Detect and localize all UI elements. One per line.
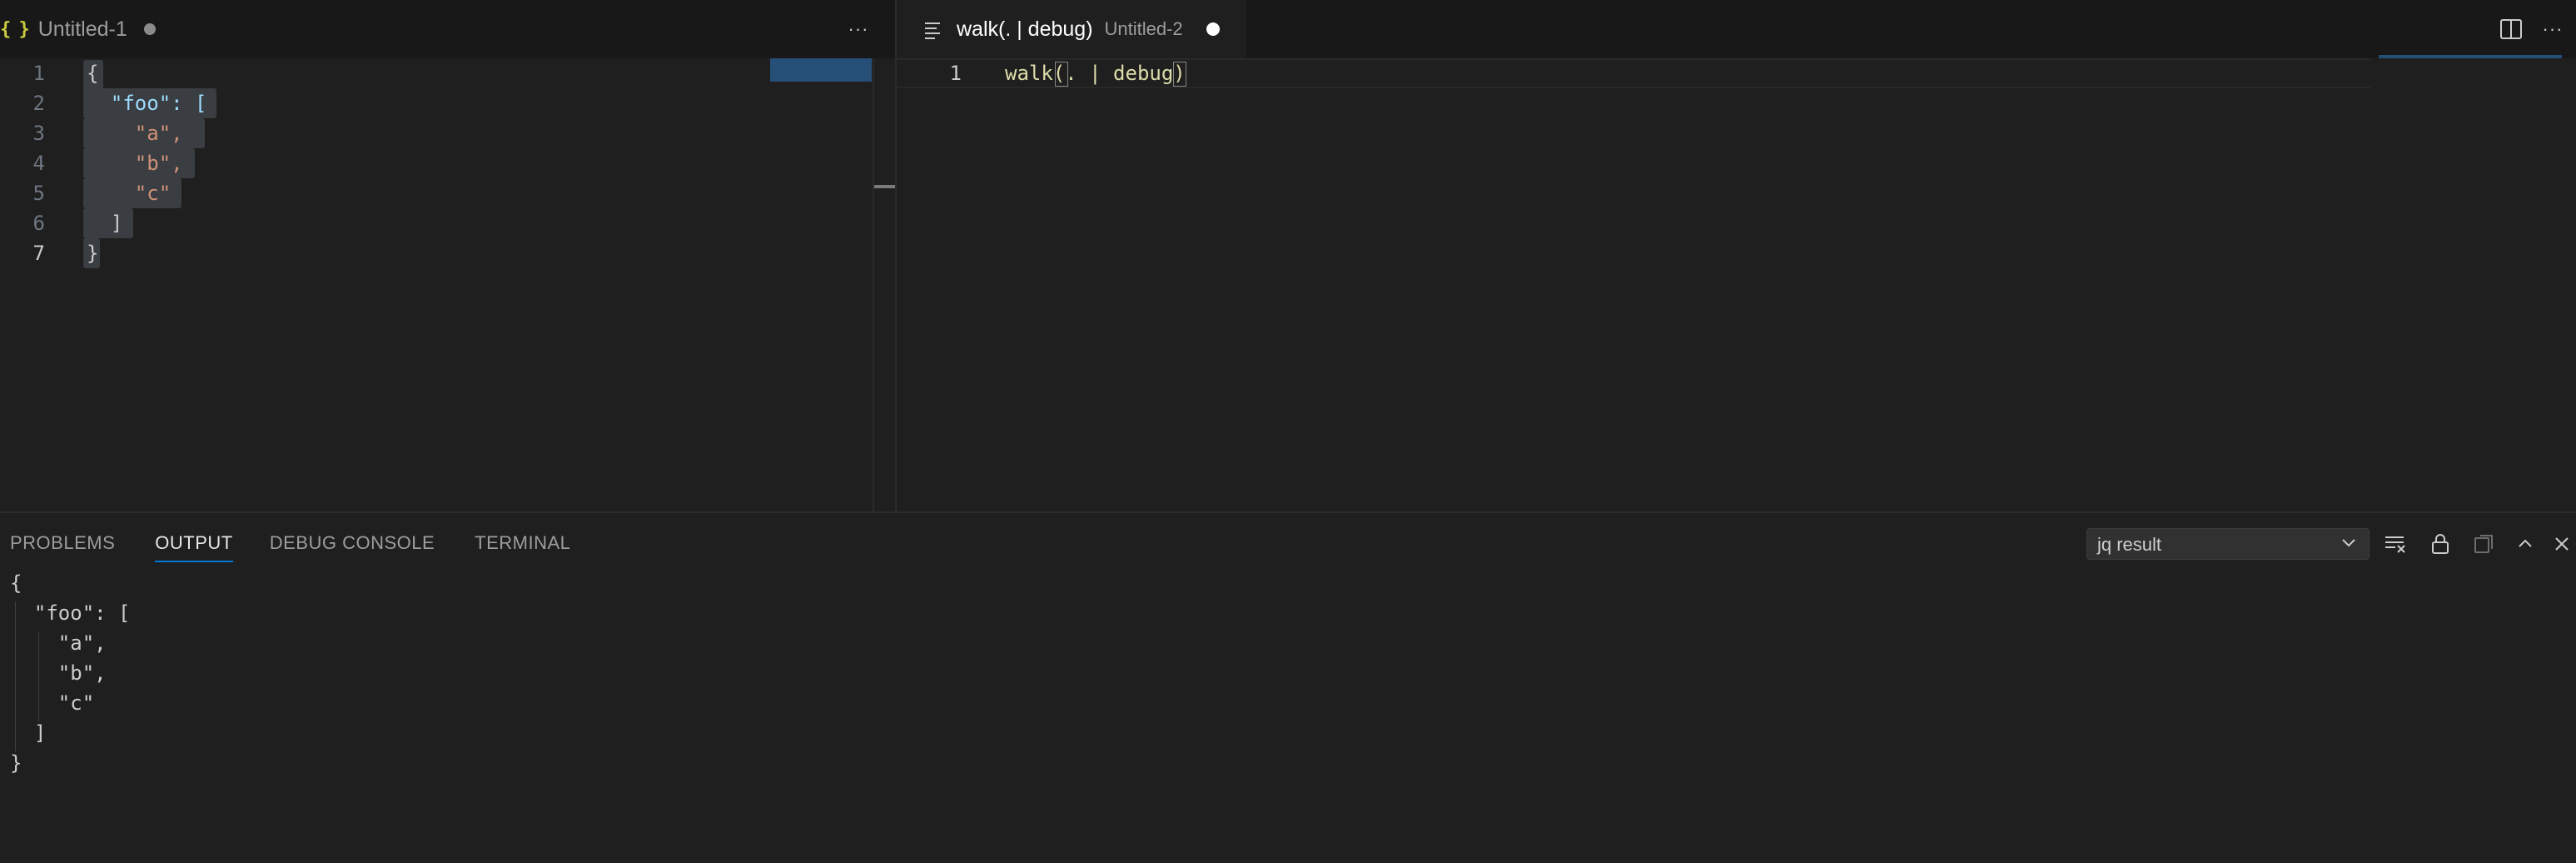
tab-problems[interactable]: PROBLEMS (10, 524, 115, 562)
line-number: 5 (32, 182, 45, 205)
more-actions-icon[interactable]: ··· (843, 13, 874, 45)
open-in-editor-icon[interactable] (2469, 530, 2498, 558)
output-channel-select[interactable]: jq result (2086, 528, 2370, 560)
minimap-slider[interactable] (770, 58, 872, 82)
unsaved-dot-icon[interactable] (143, 23, 156, 35)
bracket-match-highlight (1173, 62, 1186, 87)
code-line: "a", (87, 122, 183, 145)
tab-output[interactable]: OUTPUT (155, 524, 234, 562)
output-line: } (10, 751, 22, 775)
panel-tabs: PROBLEMS OUTPUT DEBUG CONSOLE TERMINAL (0, 513, 599, 573)
split-editor-icon[interactable] (2495, 13, 2527, 45)
minimap-slider[interactable] (2379, 55, 2562, 58)
tab-bar-right: walk(. | debug) Untitled-2 ··· (897, 0, 2576, 58)
more-actions-icon[interactable]: ··· (2537, 13, 2569, 45)
maximize-panel-icon[interactable] (2511, 530, 2539, 558)
code-line: } (87, 242, 99, 265)
code-editor-left[interactable]: 1 2 3 4 5 6 7 { "foo": [ "a", "b", "c" ]… (0, 58, 896, 511)
lock-icon[interactable] (2426, 530, 2454, 558)
output-line: "b", (10, 661, 107, 685)
text-lines-icon (925, 21, 943, 39)
output-line: "c" (10, 691, 95, 715)
chevron-down-icon (2340, 534, 2357, 556)
line-number: 6 (32, 212, 45, 235)
editor-area: { } Untitled-1 ··· 1 2 3 4 5 6 7 { "foo"… (0, 0, 2576, 511)
bracket-match-highlight (1055, 62, 1068, 87)
tab-description: Untitled-2 (1104, 18, 1183, 39)
bottom-panel: PROBLEMS OUTPUT DEBUG CONSOLE TERMINAL j… (0, 511, 2576, 863)
close-panel-icon[interactable] (2548, 530, 2576, 558)
line-number: 4 (32, 152, 45, 175)
clear-output-icon[interactable] (2381, 530, 2409, 558)
tab-untitled-1[interactable]: { } Untitled-1 (0, 0, 173, 58)
code-line: "b", (87, 152, 183, 175)
line-number: 2 (32, 92, 45, 115)
output-line: "a", (10, 631, 107, 655)
line-number: 1 (32, 62, 45, 85)
tab-terminal[interactable]: TERMINAL (475, 524, 570, 562)
tab-title: Untitled-1 (37, 17, 127, 41)
tab-walk-debug[interactable]: walk(. | debug) Untitled-2 (897, 0, 1246, 58)
tab-title: walk(. | debug) (957, 17, 1093, 41)
code-editor-right[interactable]: 1 walk(. | debug) (897, 55, 2576, 511)
editor-group-left: { } Untitled-1 ··· 1 2 3 4 5 6 7 { "foo"… (0, 0, 896, 511)
code-line: walk(. | debug) (1005, 62, 1186, 85)
json-braces-icon: { } (0, 18, 30, 40)
tab-debug-console[interactable]: DEBUG CONSOLE (270, 524, 435, 562)
editor-group-right: walk(. | debug) Untitled-2 ··· 1 walk(. … (897, 0, 2576, 511)
line-number: 3 (32, 122, 45, 145)
output-line: ] (10, 721, 47, 745)
unsaved-dot-icon[interactable] (1206, 22, 1220, 36)
output-channel-value: jq result (2097, 534, 2162, 555)
code-line: { (87, 62, 99, 85)
tab-bar-left: { } Untitled-1 ··· (0, 0, 895, 58)
code-line: ] (87, 212, 123, 235)
scrollbar-marker (874, 185, 896, 188)
line-number-current: 7 (32, 242, 45, 265)
minimap-divider (873, 58, 874, 511)
output-line: "foo": [ (10, 601, 131, 625)
code-line: "foo": [ (87, 92, 207, 115)
line-number-current: 1 (949, 62, 962, 85)
code-line: "c" (87, 182, 172, 205)
output-line: { (10, 571, 22, 595)
